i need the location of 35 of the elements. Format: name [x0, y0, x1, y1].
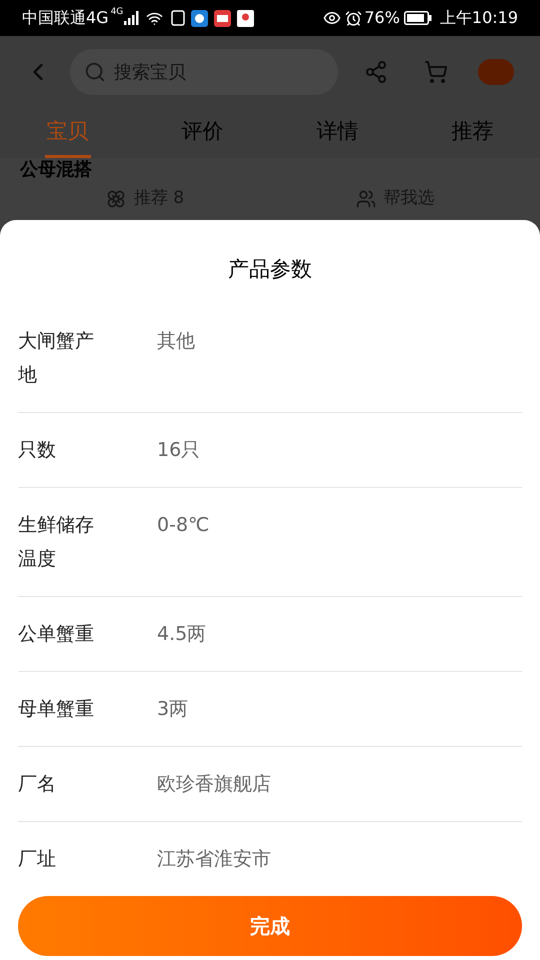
battery-percent: 76%: [364, 7, 400, 29]
parameter-label: 生鲜储存温度: [18, 512, 95, 572]
parameter-value: 江苏省淮安市: [157, 846, 271, 872]
share-icon[interactable]: [364, 60, 388, 84]
clock-time: 上午10:19: [440, 7, 518, 29]
tab[interactable]: 评价: [180, 108, 226, 158]
cart-icon[interactable]: [424, 60, 448, 84]
parameter-value: 0-8℃: [157, 512, 210, 538]
done-button[interactable]: 完成: [18, 896, 522, 956]
parameter-value: 3两: [157, 696, 188, 722]
flower-icon: [106, 189, 126, 209]
tab[interactable]: 详情: [314, 108, 360, 158]
parameter-value: 16只: [157, 438, 200, 462]
parameter-value: 4.5两: [157, 622, 206, 646]
parameter-value: 欧珍香旗舰店: [157, 772, 271, 796]
alarm-icon: [345, 10, 362, 26]
parameter-value: 其他: [157, 328, 195, 354]
tab[interactable]: 推荐: [450, 108, 496, 158]
people-icon: [356, 189, 376, 209]
parameter-label: 母单蟹重: [18, 696, 95, 722]
section-heading: 公母混搭: [20, 158, 93, 180]
parameter-label: 只数: [18, 438, 57, 462]
parameter-label: 厂址: [18, 846, 57, 872]
parameter-label: 厂名: [18, 772, 57, 796]
search-icon: [84, 61, 106, 83]
document-icon: [171, 10, 186, 26]
signal-icon: [124, 11, 140, 25]
battery-icon: [404, 11, 432, 25]
parameter-label: 大闸蟹产地: [18, 328, 95, 388]
parameter-label: 公单蟹重: [18, 622, 95, 646]
network-label: 4G: [110, 6, 124, 19]
sheet-title: 产品参数: [227, 256, 313, 283]
more-button[interactable]: [478, 59, 514, 85]
eye-icon: [323, 9, 342, 27]
carrier-name: 中国联通4G: [22, 7, 109, 29]
